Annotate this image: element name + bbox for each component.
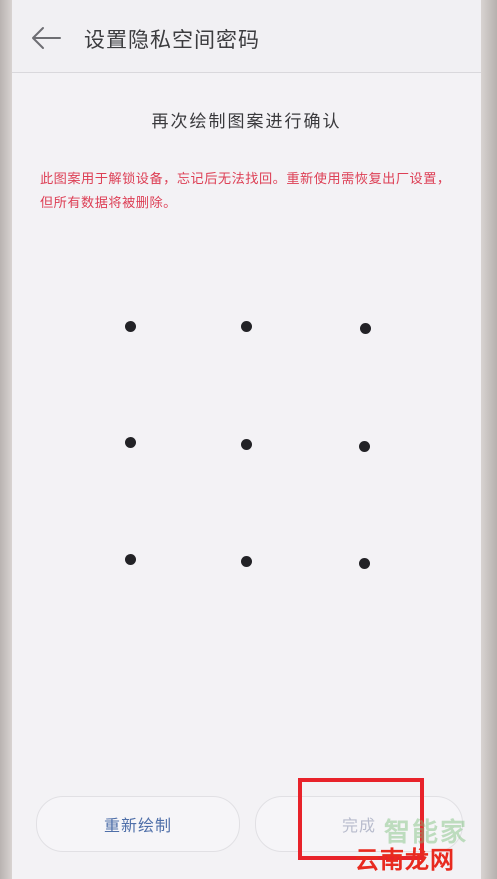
app-bar: 设置隐私空间密码 <box>12 0 481 73</box>
pattern-warning: 此图案用于解锁设备，忘记后无法找回。重新使用需恢复出厂设置，但所有数据将被删除。 <box>40 172 451 211</box>
pattern-dot-1[interactable] <box>125 321 136 332</box>
pattern-dot-3[interactable] <box>360 323 371 334</box>
arrow-left-icon[interactable] <box>30 24 62 52</box>
phone-screen: 设置隐私空间密码 再次绘制图案进行确认 此图案用于解锁设备，忘记后无法找回。重新… <box>12 0 481 879</box>
pattern-dot-5[interactable] <box>241 439 252 450</box>
pattern-dot-4[interactable] <box>125 437 136 448</box>
pattern-dot-6[interactable] <box>359 441 370 452</box>
pattern-dot-9[interactable] <box>359 558 370 569</box>
page-title: 设置隐私空间密码 <box>84 28 260 52</box>
pattern-dot-8[interactable] <box>241 556 252 567</box>
device-bezel-left <box>0 0 12 879</box>
redraw-button[interactable]: 重新绘制 <box>36 796 240 852</box>
pattern-dot-2[interactable] <box>241 321 252 332</box>
pattern-prompt: 再次绘制图案进行确认 <box>151 112 342 132</box>
pattern-dot-7[interactable] <box>125 554 136 565</box>
watermark-site-name: 云南龙网 <box>355 846 455 874</box>
device-bezel-right <box>481 0 497 879</box>
